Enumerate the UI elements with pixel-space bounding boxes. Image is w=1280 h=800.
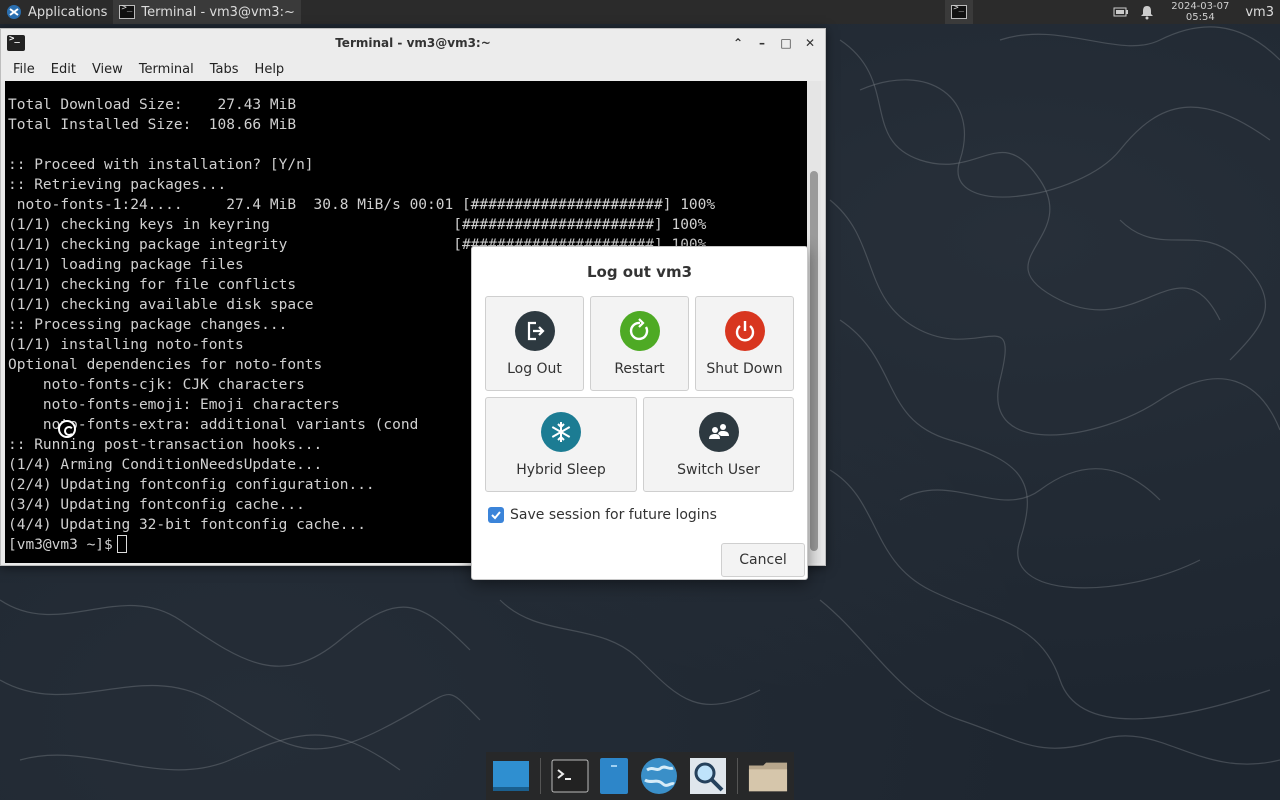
menu-tabs[interactable]: Tabs (202, 62, 247, 77)
terminal-icon (551, 759, 589, 793)
battery-icon[interactable] (1113, 4, 1129, 20)
prompt-text: [vm3@vm3 ~]$ (8, 537, 113, 553)
terminal-title: Terminal - vm3@vm3:~ (335, 36, 491, 50)
clock-time: 05:54 (1185, 12, 1215, 23)
menu-file[interactable]: File (5, 62, 43, 77)
user-menu[interactable]: vm3 (1239, 5, 1280, 20)
top-panel: Applications Terminal - vm3@vm3:~ 2024-0… (0, 0, 1280, 24)
notification-bell-icon[interactable] (1139, 4, 1155, 20)
terminal-icon (951, 3, 968, 19)
save-session-label: Save session for future logins (510, 507, 717, 523)
taskbar-terminal[interactable]: Terminal - vm3@vm3:~ (113, 0, 301, 24)
terminal-titlebar[interactable]: Terminal - vm3@vm3:~ ⌃ – □ ✕ (1, 29, 825, 57)
terminal-line: Total Download Size: 27.43 MiB (8, 97, 297, 113)
checkmark-icon (491, 511, 501, 520)
scrollbar-thumb[interactable] (810, 171, 818, 551)
switch-user-icon (698, 412, 739, 452)
text-cursor (116, 535, 127, 553)
dock (486, 752, 794, 800)
terminal-line: (1/1) checking keys in keyring [########… (8, 217, 707, 233)
switch-user-label: Switch User (677, 462, 760, 478)
terminal-scrollbar[interactable] (807, 81, 821, 563)
power-icon (724, 311, 765, 351)
terminal-icon (119, 3, 136, 19)
dock-home-folder[interactable] (748, 756, 788, 796)
applications-label: Applications (28, 4, 108, 20)
taskbar-terminal-label: Terminal - vm3@vm3:~ (141, 4, 295, 20)
log-out-label: Log Out (507, 361, 562, 377)
applications-menu[interactable]: Applications (0, 0, 113, 24)
globe-icon (641, 758, 678, 794)
clock[interactable]: 2024-03-07 05:54 (1161, 1, 1239, 23)
logout-dialog: Log out vm3 Log Out Restart Shut Down Hy… (471, 246, 808, 580)
shut-down-button[interactable]: Shut Down (695, 296, 794, 391)
maximize-icon[interactable]: □ (779, 36, 793, 50)
dock-web-browser[interactable] (639, 756, 679, 796)
terminal-line: noto-fonts-1:24.... 27.4 MiB 30.8 MiB/s … (8, 197, 716, 213)
hybrid-sleep-label: Hybrid Sleep (516, 462, 606, 478)
file-manager-icon (600, 758, 628, 794)
dock-separator (737, 758, 738, 794)
menu-terminal[interactable]: Terminal (131, 62, 202, 77)
cancel-button[interactable]: Cancel (721, 543, 805, 577)
shade-icon[interactable]: ⌃ (731, 36, 745, 50)
hybrid-sleep-button[interactable]: Hybrid Sleep (485, 397, 637, 492)
dock-separator (540, 758, 541, 794)
dock-terminal[interactable] (551, 756, 589, 796)
restart-icon (619, 311, 660, 351)
dock-file-manager[interactable] (599, 756, 629, 796)
clock-date: 2024-03-07 (1171, 1, 1230, 12)
snowflake-icon (541, 412, 581, 452)
dialog-title: Log out vm3 (586, 263, 693, 281)
restart-button[interactable]: Restart (590, 296, 689, 391)
minimize-icon[interactable]: – (755, 36, 769, 50)
terminal-line: Total Installed Size: 108.66 MiB (8, 117, 297, 133)
folder-icon (748, 762, 788, 792)
close-icon[interactable]: ✕ (803, 36, 817, 50)
terminal-menubar: File Edit View Terminal Tabs Help (1, 57, 825, 81)
menu-view[interactable]: View (84, 62, 131, 77)
terminal-line: :: Retrieving packages... (8, 177, 227, 193)
shut-down-label: Shut Down (706, 361, 783, 377)
save-session-row[interactable]: Save session for future logins (488, 507, 717, 523)
restart-label: Restart (614, 361, 665, 377)
menu-edit[interactable]: Edit (43, 62, 84, 77)
menu-help[interactable]: Help (247, 62, 293, 77)
save-session-checkbox[interactable] (488, 507, 504, 523)
switch-user-button[interactable]: Switch User (643, 397, 794, 492)
show-desktop-icon (493, 761, 529, 791)
log-out-button[interactable]: Log Out (485, 296, 584, 391)
dock-app-finder[interactable] (689, 756, 727, 796)
xfce-logo-icon (7, 5, 21, 19)
dock-show-desktop[interactable] (492, 756, 530, 796)
workspace-switcher[interactable] (945, 0, 974, 24)
busy-cursor-icon (58, 420, 76, 438)
search-icon (690, 758, 727, 794)
terminal-line: :: Proceed with installation? [Y/n] (8, 157, 314, 173)
log-out-icon (514, 311, 555, 351)
terminal-window-icon[interactable] (7, 34, 25, 51)
